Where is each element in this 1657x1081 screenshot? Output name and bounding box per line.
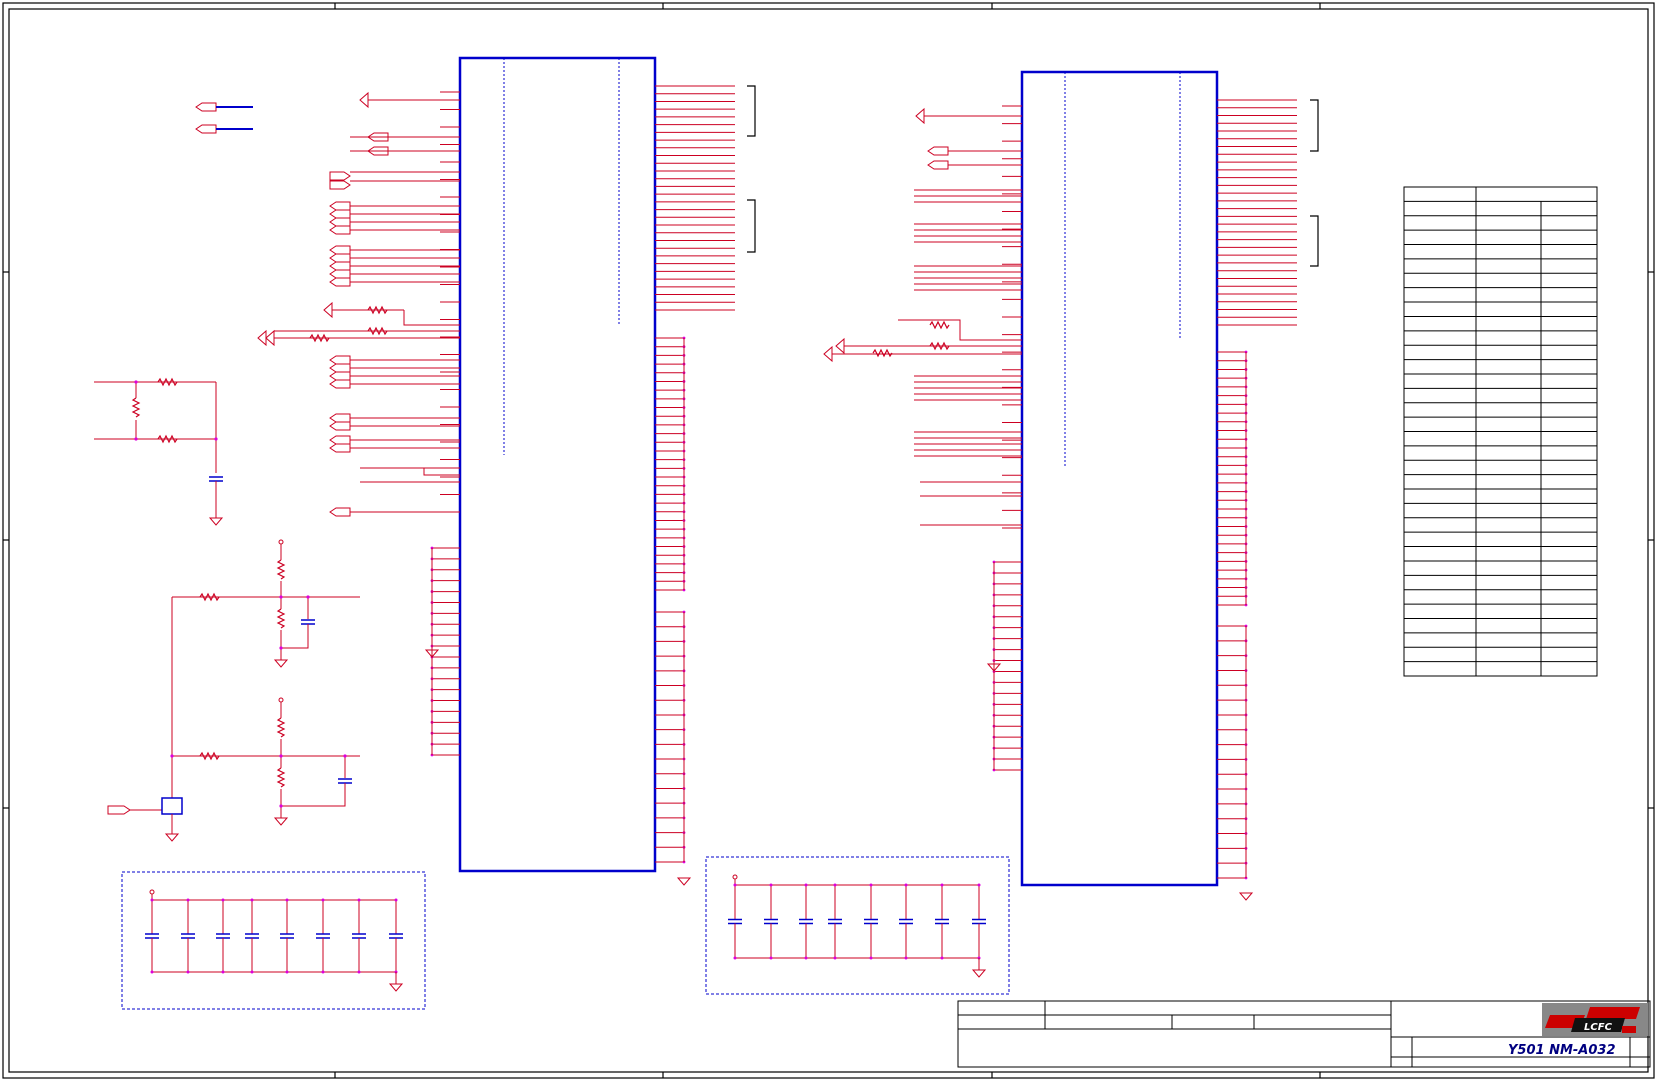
junction [150, 970, 154, 974]
ground-symbol [388, 983, 404, 992]
signal-wires [350, 136, 1254, 901]
junction [321, 898, 325, 902]
model-number: Y501 NM-A032 [1508, 1043, 1616, 1058]
junction [833, 956, 837, 960]
connector-right [992, 70, 1297, 887]
junction [150, 898, 154, 902]
junction [285, 898, 289, 902]
junction [769, 883, 773, 887]
input-filter-circuit [94, 377, 224, 526]
signal-flags [107, 91, 1022, 815]
connector-right-right-pins [1217, 99, 1297, 880]
junction [940, 956, 944, 960]
connector-left-left-pins [430, 91, 460, 757]
junction [186, 898, 190, 902]
ground-symbol [971, 969, 987, 978]
junction [833, 883, 837, 887]
connector-right-left-pins [992, 105, 1022, 772]
company-logo: LCFC [1542, 1003, 1648, 1036]
junction [804, 883, 808, 887]
junction [186, 970, 190, 974]
decoupling-group-left [121, 871, 426, 1010]
junction [221, 898, 225, 902]
connector-left-right-pins [655, 85, 735, 864]
pin-assignment-table [1403, 186, 1598, 677]
junction [357, 970, 361, 974]
ground-symbol [676, 877, 692, 886]
junction [250, 898, 254, 902]
junction [285, 970, 289, 974]
junction [733, 883, 737, 887]
junction [904, 883, 908, 887]
mosfet-divider-circuit [130, 539, 360, 842]
junction [221, 970, 225, 974]
junction [804, 956, 808, 960]
junction [769, 956, 773, 960]
junction [869, 956, 873, 960]
pin-group-brackets [747, 85, 1319, 267]
junction [904, 956, 908, 960]
junction [357, 898, 361, 902]
connector-left [430, 56, 735, 873]
logo-lettering: LCFC [1584, 1022, 1613, 1033]
junction [977, 883, 981, 887]
junction [733, 956, 737, 960]
sheet-frame [2, 2, 1655, 1079]
power-pin [149, 889, 155, 895]
junction [250, 970, 254, 974]
junction [940, 883, 944, 887]
ground-symbol [1238, 892, 1254, 901]
junction [869, 883, 873, 887]
decoupling-group-right [705, 856, 1010, 995]
schematic-sheet: LCFC Y501 NM-A032 [2, 2, 1655, 1079]
junction [394, 898, 398, 902]
power-pin [732, 874, 738, 880]
junction [321, 970, 325, 974]
